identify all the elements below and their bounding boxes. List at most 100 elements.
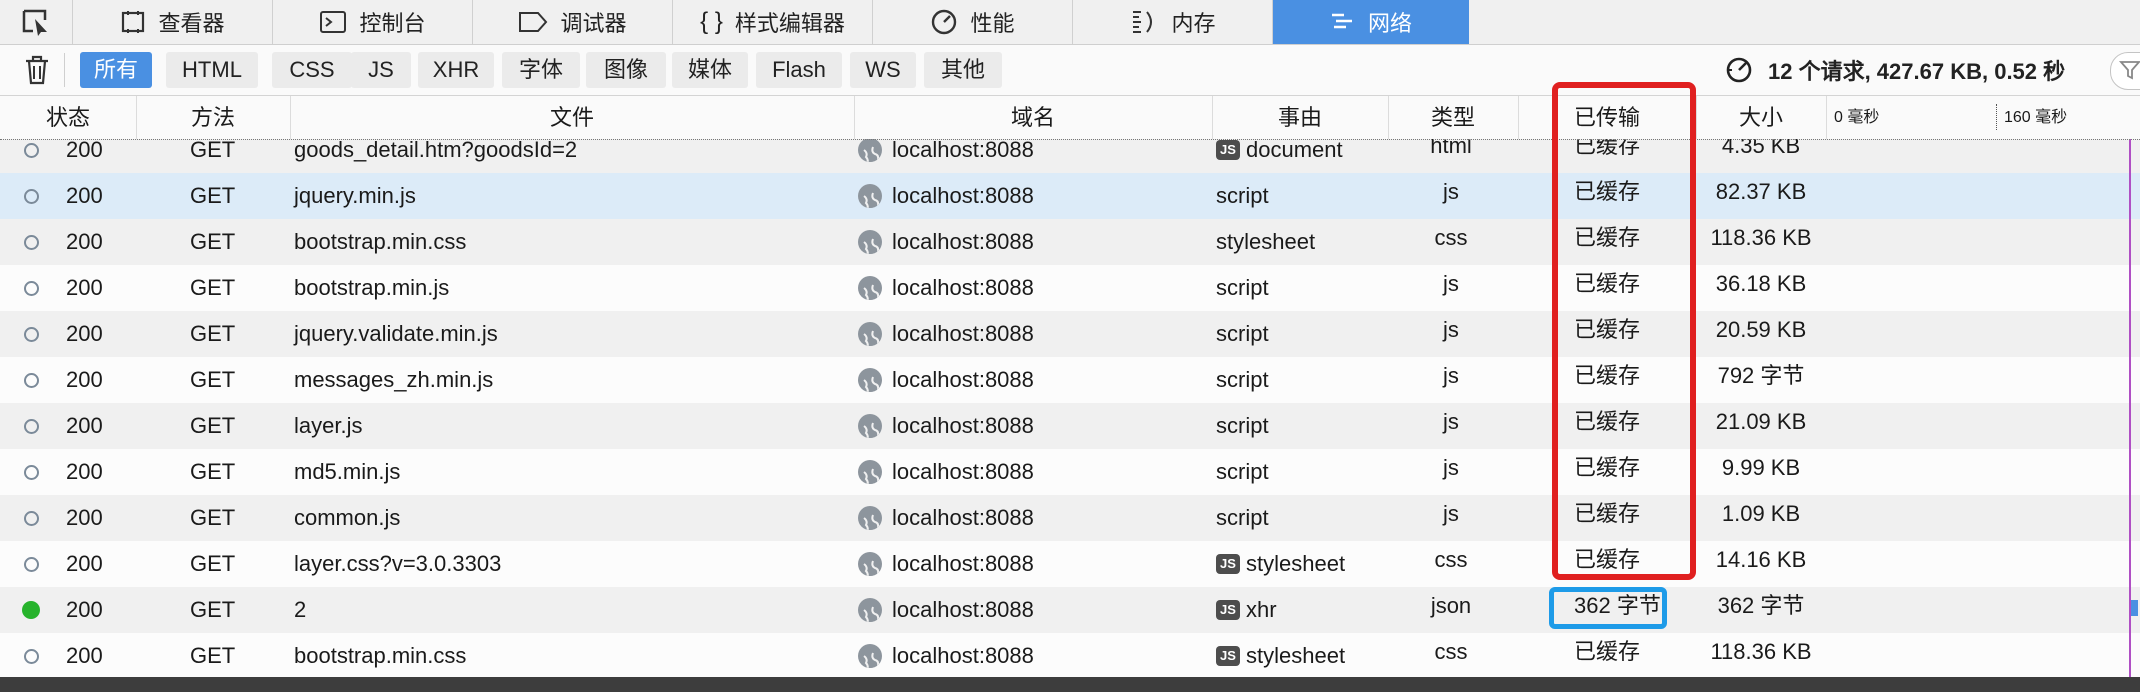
domain-text: localhost:8088 [892,505,1034,530]
status-indicator-icon [16,495,46,541]
method-cell: GET [190,413,236,438]
column-header-type[interactable]: 类型 [1388,96,1519,139]
cause-text: script [1216,413,1269,438]
domain-text: localhost:8088 [892,321,1034,346]
method-cell: GET [190,643,236,668]
file-cell: layer.js [294,413,363,438]
column-header-domain[interactable]: 域名 [854,96,1213,139]
table-row[interactable]: 200 GET md5.min.js localhost:8088 script js 已缓… [0,449,2140,495]
table-row[interactable]: 200 GET layer.css?v=3.0.3303 localhost:8088… [0,541,2140,587]
tab-label: 网络 [1367,11,1412,36]
status-cell: 200 [66,459,103,484]
domain-cell: localhost:8088 [858,541,1034,587]
filter-xhr[interactable]: XHR [418,52,494,88]
filter-css[interactable]: CSS [272,52,352,88]
filter-url-input[interactable] [2110,52,2140,90]
column-header-method[interactable]: 方法 [136,96,291,139]
domain-text: localhost:8088 [892,183,1034,208]
filter-all[interactable]: 所有 [80,52,152,88]
tab-label: 控制台 [359,11,426,36]
table-row[interactable]: 200 GET 2 localhost:8088 JS xhr json 362 字节 362 … [0,587,2140,633]
cause-cell: stylesheet [1216,219,1315,265]
type-cell: html [1430,139,1472,158]
filter-flash[interactable]: Flash [756,52,842,88]
cause-text: stylesheet [1216,229,1316,254]
cause-text: xhr [1246,597,1277,622]
status-indicator-icon [16,219,46,265]
domain-cell: localhost:8088 [858,633,1034,677]
tab-inspector[interactable]: 查看器 [73,0,273,44]
type-cell: js [1443,179,1459,204]
table-row[interactable]: 200 GET bootstrap.min.js localhost:8088 scri… [0,265,2140,311]
cause-cell: script [1216,449,1269,495]
request-list: 200 GET goods_detail.htm?goodsId=2 localhos… [0,139,2140,677]
filter-ws[interactable]: WS [850,52,916,88]
cause-cell: script [1216,173,1269,219]
type-cell: json [1430,593,1472,618]
domain-cell: localhost:8088 [858,403,1034,449]
filter-other[interactable]: 其他 [924,52,1002,88]
file-cell: jquery.min.js [294,183,416,208]
table-row[interactable]: 200 GET goods_detail.htm?goodsId=2 localhos… [0,139,2140,173]
file-cell: messages_zh.min.js [294,367,494,392]
filter-media[interactable]: 媒体 [672,52,748,88]
tab-label: 样式编辑器 [734,11,845,36]
tab-memory[interactable]: 内存 [1073,0,1273,44]
filter-images[interactable]: 图像 [586,52,666,88]
element-picker-button[interactable] [0,0,73,44]
method-cell: GET [190,597,236,622]
column-header-status[interactable]: 状态 [0,96,137,139]
domain-cell: localhost:8088 [858,357,1034,403]
domain-text: localhost:8088 [892,597,1034,622]
file-cell: bootstrap.min.css [294,229,467,254]
tab-network[interactable]: 网络 [1273,0,1469,44]
status-cell: 200 [66,505,103,530]
table-row[interactable]: 200 GET bootstrap.min.css localhost:8088 sty… [0,219,2140,265]
tab-label: 内存 [1171,11,1216,36]
tab-style-editor[interactable]: { } 样式编辑器 [673,0,873,44]
method-cell: GET [190,505,236,530]
status-cell: 200 [66,367,103,392]
toolbar-divider [64,53,65,87]
column-header-cause[interactable]: 事由 [1212,96,1389,139]
tab-console[interactable]: 控制台 [273,0,473,44]
table-row[interactable]: 200 GET common.js localhost:8088 script js 已缓存… [0,495,2140,541]
table-row[interactable]: 200 GET bootstrap.min.css localhost:8088 JS s… [0,633,2140,677]
file-cell: layer.css?v=3.0.3303 [294,551,502,576]
size-cell: 118.36 KB [1710,225,1812,250]
status-cell: 200 [66,643,103,668]
filter-fonts[interactable]: 字体 [502,52,580,88]
globe-icon [858,184,882,208]
status-cell: 200 [66,183,103,208]
table-row[interactable]: 200 GET layer.js localhost:8088 script js 已缓存 2… [0,403,2140,449]
cause-text: script [1216,505,1269,530]
element-picker-icon [22,9,47,36]
column-header-file[interactable]: 文件 [290,96,855,139]
cause-cell: JS stylesheet [1216,633,1345,677]
waterfall-timing-bar [2130,600,2138,616]
status-indicator-icon [16,139,46,173]
size-cell: 118.36 KB [1710,639,1812,664]
filter-html[interactable]: HTML [166,52,258,88]
table-row[interactable]: 200 GET jquery.validate.min.js localhost:80… [0,311,2140,357]
filter-js[interactable]: JS [351,52,411,88]
status-indicator-icon [16,173,46,219]
tab-performance[interactable]: 性能 [873,0,1073,44]
js-badge-icon: JS [1216,600,1240,620]
method-cell: GET [190,551,236,576]
tab-label: 查看器 [158,11,225,36]
status-indicator-icon [16,449,46,495]
globe-icon [858,230,882,254]
type-cell: js [1443,409,1459,434]
column-header-size[interactable]: 大小 [1696,96,1827,139]
table-row[interactable]: 200 GET jquery.min.js localhost:8088 script j… [0,173,2140,219]
clear-button[interactable] [24,55,50,90]
tab-debugger[interactable]: 调试器 [473,0,673,44]
table-row[interactable]: 200 GET messages_zh.min.js localhost:8088 sc… [0,357,2140,403]
request-summary[interactable]: 12 个请求, 427.67 KB, 0.52 秒 [1724,54,2065,86]
status-cell: 200 [66,275,103,300]
style-editor-icon: { } [700,8,723,35]
xhr-transferred-annotation-box [1549,587,1667,629]
cause-cell: script [1216,495,1269,541]
size-cell: 21.09 KB [1715,409,1807,434]
